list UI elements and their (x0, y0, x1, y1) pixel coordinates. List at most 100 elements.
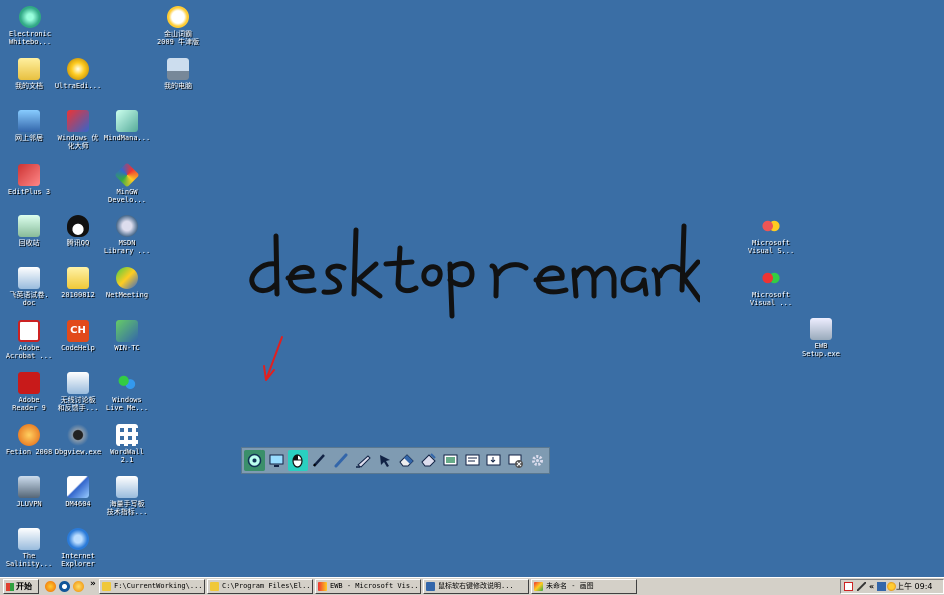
desktop-icon-mindmanager[interactable]: MindMana... (101, 110, 153, 142)
pen-button[interactable] (309, 450, 330, 471)
whiteboard-mode-button[interactable] (244, 450, 265, 471)
desktop-icon-dbgview[interactable]: Dbgview.exe (52, 424, 104, 456)
system-tray: « 上午 09:4 (840, 579, 944, 594)
desktop-icon-handwriting-spec[interactable]: 海量手写板 技术指标... (101, 476, 153, 516)
desktop-icon-win-tc[interactable]: WIN-TC (101, 320, 153, 352)
desktop-mode-button[interactable] (266, 450, 287, 471)
desktop-icon-english-doc[interactable]: 飞英语试卷. doc (3, 267, 55, 307)
start-button[interactable]: 开始 (3, 579, 39, 594)
user-tray-icon[interactable] (887, 582, 896, 591)
mouse-button[interactable] (287, 450, 309, 471)
desktop-icon-mingw[interactable]: MinGW Develo... (101, 162, 153, 204)
desktop-icon-ultraedit[interactable]: UltraEdi... (52, 58, 104, 90)
desktop-icon-internet-explorer[interactable]: Internet Explorer (52, 528, 104, 568)
page-button[interactable] (462, 450, 483, 471)
pen-tray-icon[interactable] (857, 582, 866, 591)
network-computers-icon (18, 110, 40, 132)
desktop-icon-label: Microsoft Visual ... (749, 291, 793, 307)
desktop[interactable]: Electronic Whitebo... 我的文档 网上邻居 EditPlus… (0, 0, 944, 577)
system-clock[interactable]: 上午 09:4 (896, 580, 933, 593)
folder-icon (210, 582, 219, 591)
desktop-icon-adobe-acrobat[interactable]: Adobe Acrobat ... (3, 320, 55, 360)
word-document-icon (67, 372, 89, 394)
highlighter-icon (355, 455, 371, 468)
screenshot-button[interactable] (440, 450, 461, 471)
desktop-icon-my-documents[interactable]: 我的文档 (3, 58, 55, 90)
desktop-icon-my-computer[interactable]: 我的电脑 (152, 58, 204, 90)
desktop-icon-wordwall[interactable]: WordWall 2.1 (101, 424, 153, 464)
desktop-icon-msdn-library[interactable]: MSDN Library ... (101, 215, 153, 255)
adobe-reader-icon (18, 372, 40, 394)
input-method-icon[interactable] (844, 582, 853, 591)
desktop-icon-label: The Salinity... (5, 552, 53, 568)
desktop-icon-visual-studio-1[interactable]: Microsoft Visual S... (745, 215, 797, 255)
desktop-icon-label: MinGW Develo... (108, 188, 146, 204)
pointer-button[interactable] (375, 450, 396, 471)
dbgview-icon (67, 424, 89, 446)
desktop-icon-adobe-reader[interactable]: Adobe Reader 9 (3, 372, 55, 412)
desktop-icon-label: EWB Setup.exe (802, 342, 840, 358)
desktop-icon-label: 20100812 (61, 291, 95, 299)
desktop-icon-recycle-bin[interactable]: 回收站 (3, 215, 55, 247)
desktop-icon-netmeeting[interactable]: NetMeeting (101, 267, 153, 299)
task-button-explorer-program-files[interactable]: C:\Program Files\El... (207, 579, 313, 594)
folder-icon (67, 267, 89, 289)
folder-icon (102, 582, 111, 591)
task-button-paint[interactable]: 未命名 - 画图 (531, 579, 637, 594)
computer-icon (167, 58, 189, 80)
desktop-icon-label: Internet Explorer (61, 552, 95, 568)
desktop-icon-jluvpn[interactable]: JLUVPN (3, 476, 55, 508)
powerword-icon (167, 6, 189, 28)
desktop-icon-electronic-whiteboard[interactable]: Electronic Whitebo... (4, 6, 56, 46)
save-button[interactable] (484, 450, 505, 471)
page-icon (465, 454, 480, 466)
setup-installer-icon (810, 318, 832, 340)
eraser-button[interactable] (396, 450, 417, 471)
desktop-icon-network[interactable]: 网上邻居 (3, 110, 55, 142)
desktop-icon-qq[interactable]: 腾讯QQ (52, 215, 104, 247)
desktop-icon-label: CodeHelp (61, 344, 95, 352)
desktop-icon-wireless-board[interactable]: 无线讨论板 和反馈手... (52, 372, 104, 412)
desktop-icon-label: Adobe Acrobat ... (5, 344, 53, 360)
eraser-icon (399, 454, 415, 467)
highlighter-button[interactable] (353, 450, 374, 471)
desktop-icon-ewb-setup[interactable]: EWB Setup.exe (795, 318, 847, 358)
desktop-icon-dm4604[interactable]: DM4604 (52, 476, 104, 508)
whiteboard-toolbar[interactable] (241, 447, 550, 474)
desktop-icon-visual-studio-2[interactable]: Microsoft Visual ... (745, 267, 797, 307)
desktop-icon-label: Microsoft Visual S... (747, 239, 795, 255)
desktop-icon-fetion[interactable]: Fetion 2008 (3, 424, 55, 456)
close-button[interactable] (505, 450, 526, 471)
network-tray-icon[interactable] (877, 582, 886, 591)
quicklaunch-fetion-icon[interactable] (73, 581, 84, 592)
settings-button[interactable] (527, 450, 548, 471)
desktop-icon-windows-optimizer[interactable]: Windows 优 化大师 (52, 110, 104, 150)
desktop-icon-the-salinity[interactable]: The Salinity... (3, 528, 55, 568)
task-button-word-doc[interactable]: 鼠标软右键修改说明... (423, 579, 529, 594)
wordwall-icon (116, 424, 138, 446)
task-label: 未命名 - 画图 (546, 582, 594, 590)
quicklaunch-overflow[interactable]: » (90, 579, 96, 589)
word-document-icon (18, 528, 40, 550)
word-document-icon (18, 267, 40, 289)
desktop-icon-folder-20100812[interactable]: 20100812 (52, 267, 104, 299)
windows-live-icon (116, 372, 138, 394)
tray-overflow[interactable]: « (869, 580, 874, 593)
brush-button[interactable] (331, 450, 352, 471)
quicklaunch-firefox-icon[interactable] (45, 581, 56, 592)
desktop-icon-codehelp[interactable]: CH CodeHelp (52, 320, 104, 352)
quicklaunch-qq-icon[interactable] (59, 581, 70, 592)
task-button-explorer-current[interactable]: F:\CurrentWorking\... (99, 579, 205, 594)
desktop-icon-label: Dbgview.exe (54, 448, 102, 456)
desktop-icon-kingsoft-powerword[interactable]: 金山词霸 2009 牛津版 (152, 6, 204, 46)
word-document-icon (116, 476, 138, 498)
clear-button[interactable] (418, 450, 439, 471)
task-button-visual-studio[interactable]: EWB - Microsoft Vis... (315, 579, 421, 594)
whiteboard-mode-icon (247, 453, 262, 468)
desktop-icon-label: Electronic Whitebo... (8, 30, 52, 46)
ultraedit-icon (67, 58, 89, 80)
mouse-icon (292, 454, 304, 468)
handwritten-annotation (249, 223, 700, 381)
desktop-icon-windows-live[interactable]: Windows Live Me... (101, 372, 153, 412)
desktop-icon-editplus[interactable]: EditPlus 3 (3, 164, 55, 196)
